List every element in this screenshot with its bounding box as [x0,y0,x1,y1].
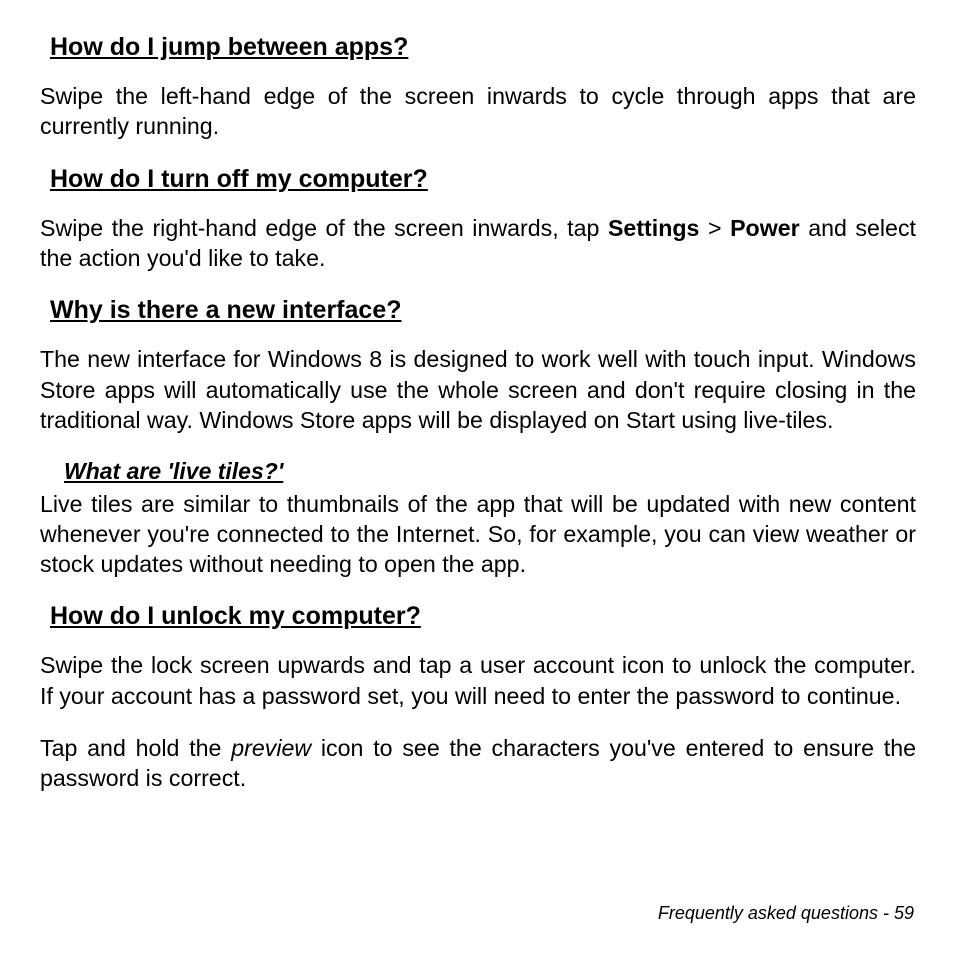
footer-label: Frequently asked questions - [658,903,894,923]
page-content: How do I jump between apps? Swipe the le… [40,32,916,903]
faq-body-turn-off: Swipe the right-hand edge of the screen … [40,213,916,273]
footer-page-number: 59 [894,903,914,923]
faq-body-unlock-2: Tap and hold the preview icon to see the… [40,733,916,793]
faq-body-new-interface: The new interface for Windows 8 is desig… [40,344,916,434]
italic-preview: preview [231,735,311,761]
bold-settings: Settings [608,215,699,241]
bold-power: Power [730,215,800,241]
faq-heading-unlock: How do I unlock my computer? [50,601,916,632]
faq-body-unlock-1: Swipe the lock screen upwards and tap a … [40,650,916,710]
text-run: Tap and hold the [40,735,231,761]
faq-subheading-live-tiles: What are 'live tiles?' [64,457,916,487]
document-page: How do I jump between apps? Swipe the le… [0,0,954,954]
faq-body-live-tiles: Live tiles are similar to thumbnails of … [40,489,916,579]
faq-heading-turn-off: How do I turn off my computer? [50,164,916,195]
faq-body-jump-apps: Swipe the left-hand edge of the screen i… [40,81,916,141]
page-footer: Frequently asked questions - 59 [40,903,916,924]
text-run: > [699,215,730,241]
faq-heading-new-interface: Why is there a new interface? [50,295,916,326]
text-run: Swipe the right-hand edge of the screen … [40,215,608,241]
faq-heading-jump-apps: How do I jump between apps? [50,32,916,63]
